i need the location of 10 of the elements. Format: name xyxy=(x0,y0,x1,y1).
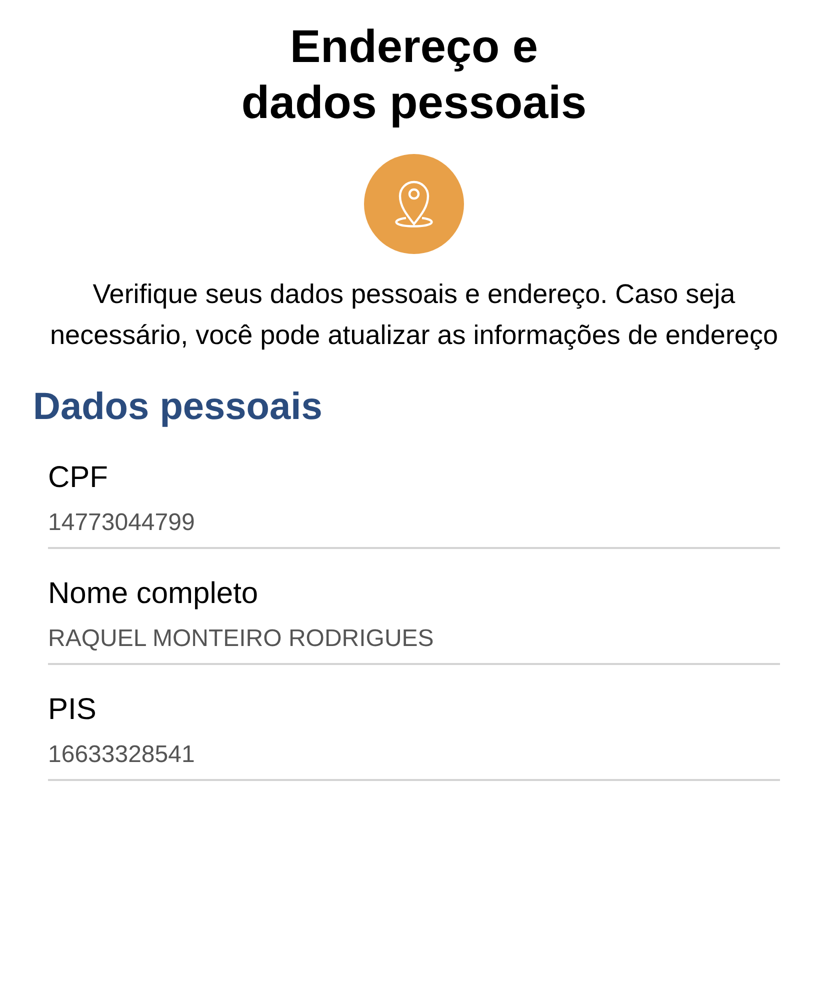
location-pin-icon xyxy=(364,154,464,254)
input-field[interactable]: 14773044799 xyxy=(48,497,780,549)
input-field[interactable]: 16633328541 xyxy=(48,729,780,781)
section-title: Dados pessoais xyxy=(33,386,322,429)
field-label: PIS xyxy=(48,692,96,728)
field-label: CPF xyxy=(48,460,108,496)
field-label: Nome completo xyxy=(48,576,258,612)
input-field[interactable]: RAQUEL MONTEIRO RODRIGUES xyxy=(48,613,780,665)
page-title: Endereço e dados pessoais xyxy=(241,19,587,130)
description-text: Verifique seus dados pessoais e endereço. Caso seja necessário, você pode atualizar as informações de endereço xyxy=(49,278,779,352)
